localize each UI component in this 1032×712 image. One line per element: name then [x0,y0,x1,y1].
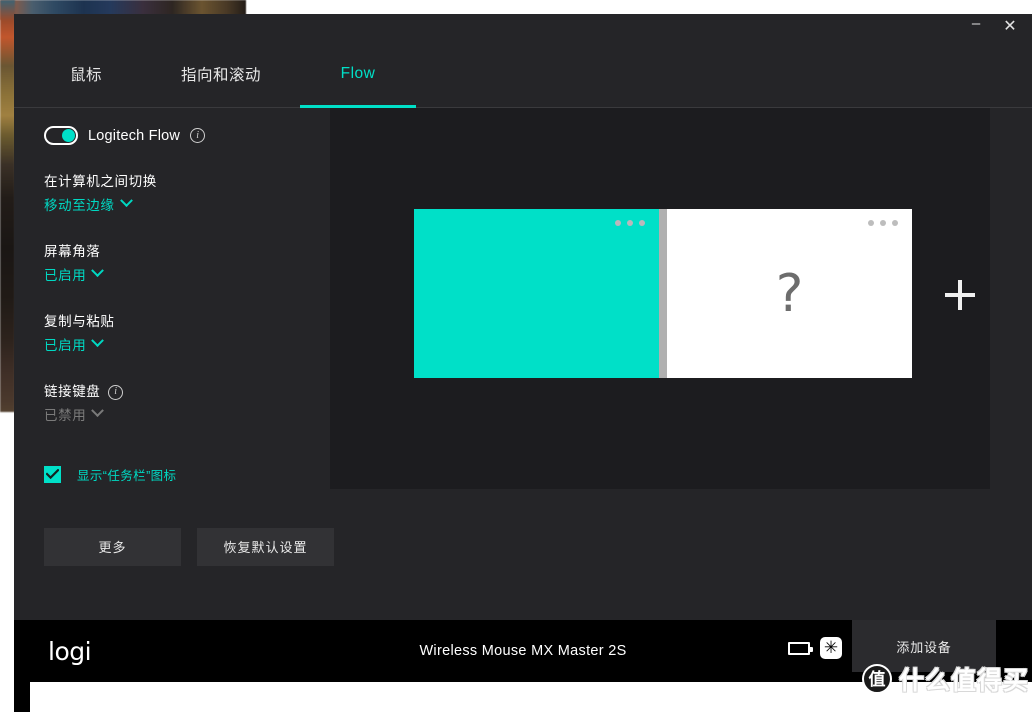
tab-list: 鼠标 指向和滚动 Flow [32,40,1032,108]
setting-value-text: 已启用 [44,267,87,283]
flow-screen-preview-panel: ? [330,108,990,489]
logitech-flow-toggle-row: Logitech Flow i [44,126,334,145]
logitech-flow-toggle[interactable] [44,126,78,145]
setting-value-dropdown[interactable]: 已禁用 [44,404,105,424]
tab-point-and-scroll[interactable]: 指向和滚动 [160,40,282,107]
unifying-receiver-icon[interactable]: ✳ [820,637,842,659]
window-titlebar: – ✕ [14,14,1032,40]
setting-copy-and-paste: 复制与粘贴 已启用 [44,313,334,355]
ellipsis-icon[interactable] [615,220,645,226]
setting-value-dropdown[interactable]: 移动至边缘 [44,194,133,214]
chevron-down-icon [119,194,133,208]
close-button[interactable]: ✕ [994,14,1026,40]
setting-title: 在计算机之间切换 [44,174,157,189]
screen-card-active[interactable] [414,209,659,378]
dot [615,220,621,226]
minimize-button[interactable]: – [960,14,992,40]
setting-title-text: 链接键盘 [44,383,101,399]
flow-settings-column: Logitech Flow i 在计算机之间切换 移动至边缘 屏幕角落 已启用 … [44,108,334,566]
setting-title: 链接键盘 i [44,383,334,402]
screen-card-unknown[interactable]: ? [667,209,912,378]
setting-screen-corners: 屏幕角落 已启用 [44,243,334,285]
plus-icon[interactable] [945,280,975,310]
tab-mouse[interactable]: 鼠标 [32,40,140,107]
setting-link-keyboard: 链接键盘 i 已禁用 [44,383,334,425]
battery-icon[interactable] [788,642,813,655]
setting-value-text: 移动至边缘 [44,197,115,213]
screen-divider-handle[interactable] [659,209,667,378]
flow-action-buttons: 更多 恢复默认设置 [44,527,334,566]
tab-content-flow: Logitech Flow i 在计算机之间切换 移动至边缘 屏幕角落 已启用 … [14,108,1032,620]
logitech-options-window: – ✕ 鼠标 指向和滚动 Flow Logitech Flow i 在计算机之间… [14,14,1032,620]
setting-title: 复制与粘贴 [44,313,115,329]
setting-value-dropdown[interactable]: 已启用 [44,264,105,284]
info-icon[interactable]: i [108,384,124,400]
info-icon[interactable]: i [190,128,206,143]
more-button[interactable]: 更多 [44,527,181,566]
check-icon [46,469,59,480]
setting-title: 屏幕角落 [44,243,101,259]
desktop-wallpaper-left-strip [0,0,15,412]
chevron-down-icon [91,264,105,278]
setting-value-dropdown[interactable]: 已启用 [44,334,105,354]
tab-flow[interactable]: Flow [300,40,416,108]
add-device-button[interactable]: 添加设备 [852,620,996,672]
tab-bar: 鼠标 指向和滚动 Flow [14,40,1032,108]
device-status-bar: logi Wireless Mouse MX Master 2S ✳ 添加设备 [14,620,1032,682]
show-taskbar-icon-checkbox[interactable] [44,465,61,483]
restore-defaults-button[interactable]: 恢复默认设置 [197,527,334,566]
logi-logo: logi [48,636,92,666]
show-taskbar-icon-label[interactable]: 显示“任务栏”图标 [77,465,176,484]
setting-value-text: 已禁用 [44,407,87,423]
setting-switch-between-computers: 在计算机之间切换 移动至边缘 [44,173,334,215]
dot [627,220,633,226]
dot [639,220,645,226]
chevron-down-icon [91,404,105,418]
toggle-knob [62,129,75,142]
show-taskbar-icon-row: 显示“任务栏”图标 [44,465,334,484]
screen-arrangement: ? [414,209,912,378]
unknown-computer-placeholder: ? [775,263,804,324]
chevron-down-icon [91,334,105,348]
setting-value-text: 已启用 [44,337,87,353]
logitech-flow-label: Logitech Flow [88,127,181,144]
